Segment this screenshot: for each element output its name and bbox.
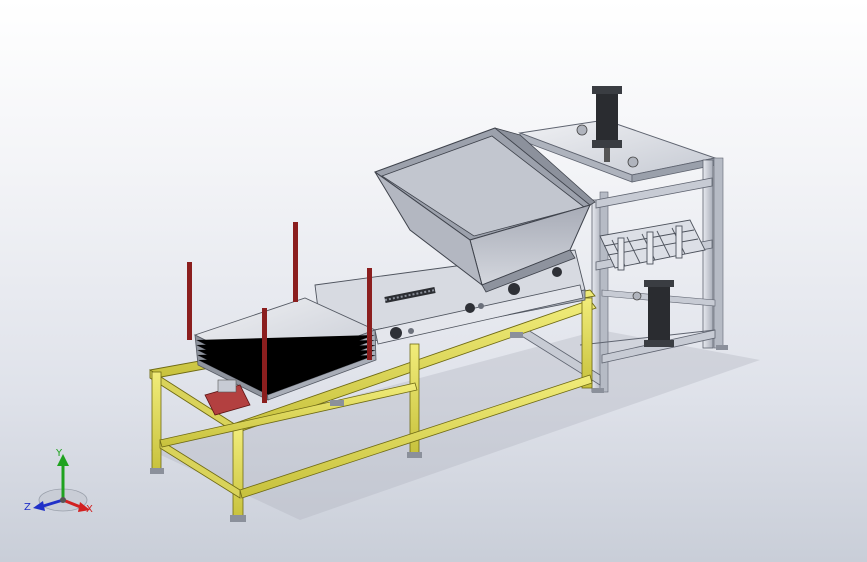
bottom-hydraulic-cylinder bbox=[632, 280, 674, 347]
z-axis-arrowhead bbox=[33, 501, 45, 511]
coordinate-triad[interactable]: Y X Z bbox=[24, 448, 93, 515]
triad-origin bbox=[60, 497, 66, 503]
machine-assembly-model[interactable]: Y X Z bbox=[0, 0, 867, 562]
mold-grid bbox=[599, 219, 706, 271]
y-axis-label: Y bbox=[55, 448, 63, 459]
x-axis-label: X bbox=[86, 504, 93, 515]
cad-viewport[interactable]: Y X Z bbox=[0, 0, 867, 562]
z-axis-label: Z bbox=[24, 502, 31, 513]
